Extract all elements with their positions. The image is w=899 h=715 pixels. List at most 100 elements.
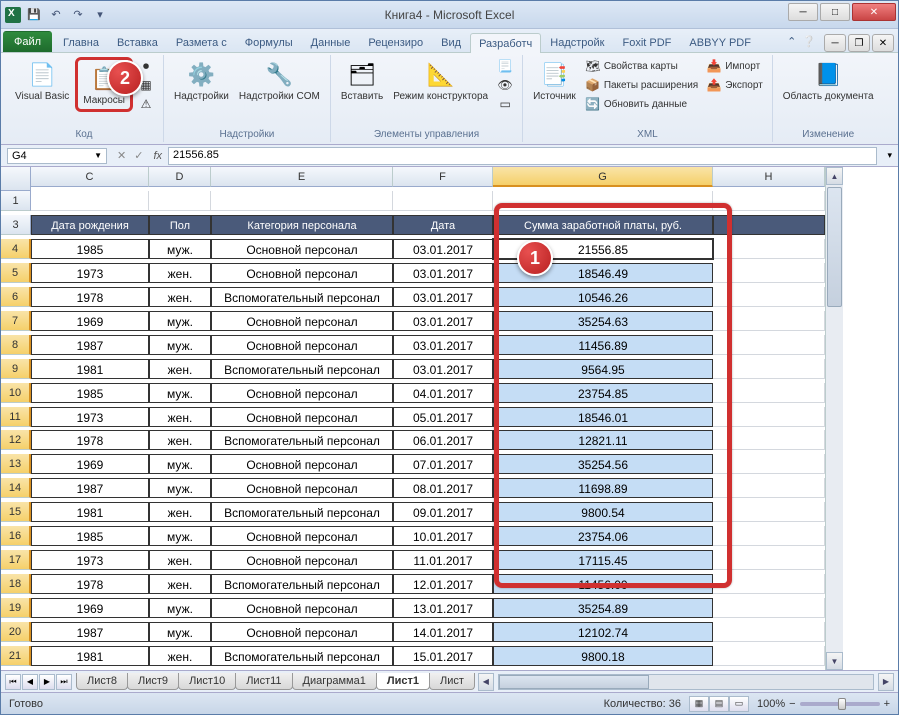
table-cell[interactable] xyxy=(149,191,211,211)
table-cell[interactable]: 15.01.2017 xyxy=(393,646,493,666)
table-cell[interactable] xyxy=(713,598,825,618)
table-cell[interactable]: Вспомогательный персонал xyxy=(211,646,393,666)
fx-icon[interactable]: fx xyxy=(147,150,168,162)
table-cell[interactable]: жен. xyxy=(149,287,211,307)
table-cell[interactable]: 9564.95 xyxy=(493,359,713,379)
table-cell[interactable] xyxy=(713,502,825,522)
table-cell[interactable]: 35254.89 xyxy=(493,598,713,618)
table-cell[interactable]: 12821.11 xyxy=(493,430,713,450)
table-cell[interactable]: 1985 xyxy=(31,383,149,403)
tab-foxit pdf[interactable]: Foxit PDF xyxy=(614,32,681,52)
sheet-tab[interactable]: Диаграмма1 xyxy=(292,673,377,690)
tab-данные[interactable]: Данные xyxy=(302,32,360,52)
scroll-thumb[interactable] xyxy=(827,187,842,307)
table-cell[interactable]: 17115.45 xyxy=(493,550,713,570)
row-header[interactable]: 4 xyxy=(1,239,31,259)
table-cell[interactable]: Вспомогательный персонал xyxy=(211,574,393,594)
hscroll-left-icon[interactable]: ◀ xyxy=(478,673,494,691)
formula-input[interactable]: 21556.85 xyxy=(168,147,877,165)
table-cell[interactable]: 1981 xyxy=(31,502,149,522)
table-cell[interactable]: 23754.06 xyxy=(493,526,713,546)
expand-formula-icon[interactable]: ▾ xyxy=(881,150,898,161)
sheet-first-icon[interactable]: ⏮ xyxy=(5,674,21,690)
table-cell[interactable]: 06.01.2017 xyxy=(393,430,493,450)
close-button[interactable]: ✕ xyxy=(852,3,896,21)
name-box-dropdown-icon[interactable]: ▼ xyxy=(94,151,102,160)
column-header-E[interactable]: E xyxy=(211,167,393,187)
table-cell[interactable]: 11456.00 xyxy=(493,574,713,594)
cancel-icon[interactable]: ✕ xyxy=(113,149,130,162)
table-cell[interactable]: муж. xyxy=(149,335,211,355)
table-cell[interactable]: 03.01.2017 xyxy=(393,359,493,379)
table-cell[interactable] xyxy=(713,335,825,355)
column-header-G[interactable]: G xyxy=(493,167,713,187)
table-cell[interactable]: жен. xyxy=(149,430,211,450)
minimize-button[interactable]: ─ xyxy=(788,3,818,21)
table-cell[interactable]: 35254.56 xyxy=(493,454,713,474)
table-cell[interactable]: Основной персонал xyxy=(211,598,393,618)
table-cell[interactable] xyxy=(713,454,825,474)
vertical-scrollbar[interactable]: ▲ ▼ xyxy=(825,167,843,670)
export-button[interactable]: 📤Экспорт xyxy=(703,76,766,94)
table-cell[interactable] xyxy=(713,646,825,666)
table-cell[interactable]: 23754.85 xyxy=(493,383,713,403)
table-cell[interactable]: 11698.89 xyxy=(493,478,713,498)
table-cell[interactable]: 03.01.2017 xyxy=(393,335,493,355)
addins-button[interactable]: ⚙️ Надстройки xyxy=(170,57,233,104)
table-cell[interactable] xyxy=(713,526,825,546)
hscroll-thumb[interactable] xyxy=(499,675,649,689)
table-cell[interactable] xyxy=(713,574,825,594)
column-header-C[interactable]: C xyxy=(31,167,149,187)
table-cell[interactable]: 05.01.2017 xyxy=(393,407,493,427)
scroll-down-icon[interactable]: ▼ xyxy=(826,652,843,670)
redo-icon[interactable]: ↷ xyxy=(69,6,87,24)
table-cell[interactable] xyxy=(713,239,825,259)
table-cell[interactable]: 12102.74 xyxy=(493,622,713,642)
table-cell[interactable]: 1978 xyxy=(31,430,149,450)
horizontal-scrollbar[interactable] xyxy=(498,674,874,690)
tab-вставка[interactable]: Вставка xyxy=(108,32,167,52)
table-cell[interactable] xyxy=(713,263,825,283)
tab-разработч[interactable]: Разработч xyxy=(470,33,541,53)
table-cell[interactable]: 1969 xyxy=(31,311,149,331)
ribbon-help[interactable]: ⌃ ❔ xyxy=(779,31,824,52)
table-cell[interactable] xyxy=(713,622,825,642)
table-cell[interactable]: 11456.89 xyxy=(493,335,713,355)
table-cell[interactable]: жен. xyxy=(149,407,211,427)
table-cell[interactable]: жен. xyxy=(149,502,211,522)
table-cell[interactable] xyxy=(713,407,825,427)
table-cell[interactable]: 1973 xyxy=(31,263,149,283)
sheet-tab[interactable]: Лист xyxy=(429,673,475,690)
table-cell[interactable]: Основной персонал xyxy=(211,239,393,259)
table-cell[interactable]: жен. xyxy=(149,646,211,666)
table-cell[interactable]: 1987 xyxy=(31,622,149,642)
tab-надстройк[interactable]: Надстройк xyxy=(541,32,613,52)
table-cell[interactable]: 1969 xyxy=(31,454,149,474)
table-cell[interactable]: 03.01.2017 xyxy=(393,287,493,307)
table-cell[interactable]: 04.01.2017 xyxy=(393,383,493,403)
expansion-packs-button[interactable]: 📦Пакеты расширения xyxy=(582,76,701,94)
table-cell[interactable] xyxy=(31,191,149,211)
normal-view-button[interactable]: ▦ xyxy=(689,696,709,712)
view-code-button[interactable]: 👁 xyxy=(494,76,516,94)
table-cell[interactable]: муж. xyxy=(149,239,211,259)
table-cell[interactable]: Вспомогательный персонал xyxy=(211,430,393,450)
table-cell[interactable] xyxy=(713,383,825,403)
row-header[interactable]: 15 xyxy=(1,502,31,522)
minimize-ribbon-icon[interactable]: ⌃ xyxy=(787,35,796,48)
table-cell[interactable]: жен. xyxy=(149,359,211,379)
zoom-control[interactable]: 100% − + xyxy=(757,698,890,710)
sheet-tab[interactable]: Лист9 xyxy=(127,673,179,690)
page-layout-button[interactable]: ▤ xyxy=(709,696,729,712)
table-cell[interactable]: 1987 xyxy=(31,478,149,498)
table-cell[interactable]: 11.01.2017 xyxy=(393,550,493,570)
workbook-close-button[interactable]: ✕ xyxy=(872,34,894,52)
table-cell[interactable]: Основной персонал xyxy=(211,622,393,642)
import-button[interactable]: 📥Импорт xyxy=(703,57,766,75)
column-header-F[interactable]: F xyxy=(393,167,493,187)
sheet-next-icon[interactable]: ▶ xyxy=(39,674,55,690)
table-header-cell[interactable]: Дата рождения xyxy=(31,215,149,235)
table-cell[interactable]: 1978 xyxy=(31,287,149,307)
titlebar[interactable]: 💾 ↶ ↷ ▾ Книга4 - Microsoft Excel ─ □ ✕ xyxy=(1,1,898,29)
table-cell[interactable] xyxy=(713,359,825,379)
